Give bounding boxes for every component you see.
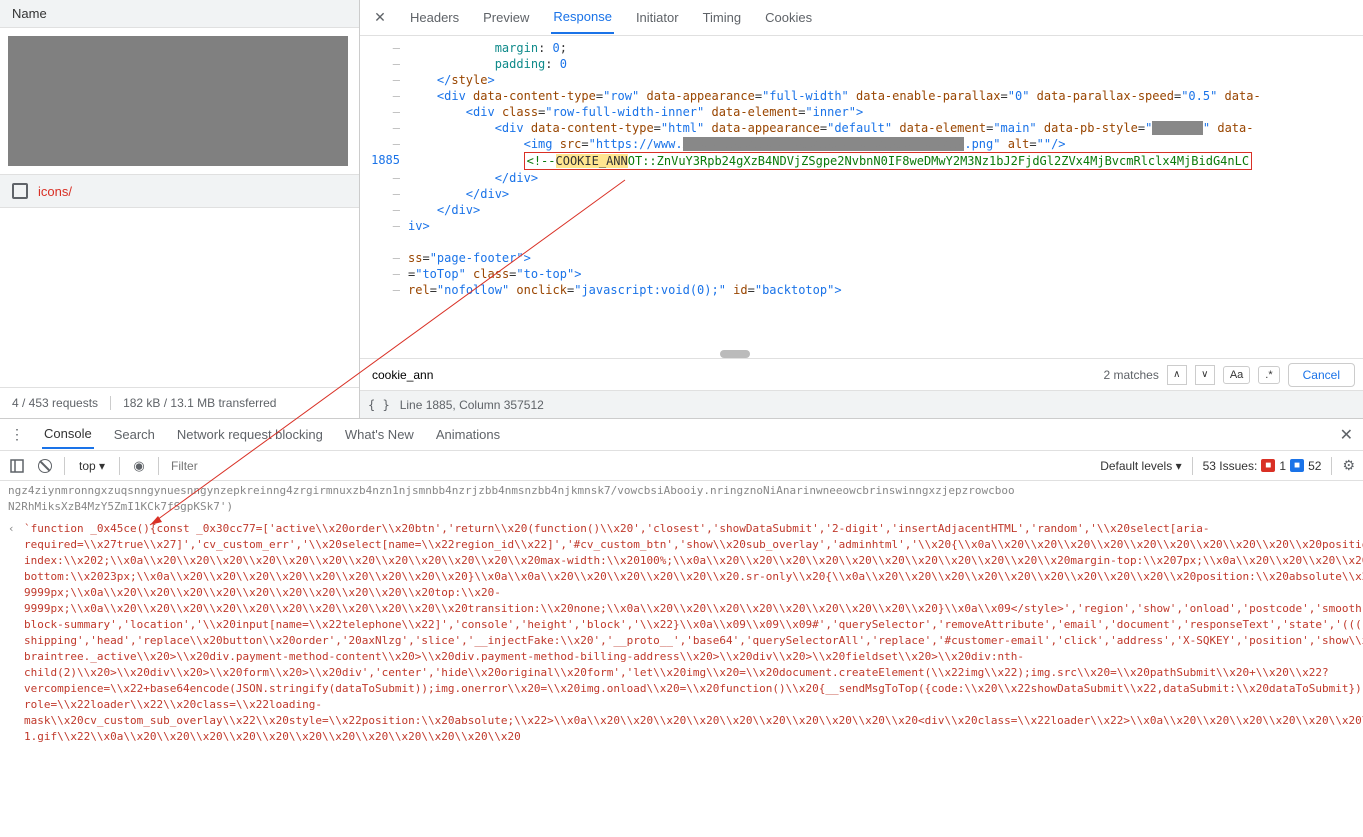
file-name: icons/ bbox=[38, 184, 72, 199]
name-column-header[interactable]: Name bbox=[0, 0, 359, 28]
sidebar-toggle-icon[interactable] bbox=[8, 457, 26, 475]
match-count: 2 matches bbox=[1103, 368, 1158, 382]
regex-toggle[interactable]: .* bbox=[1258, 366, 1279, 384]
preview-thumbnail[interactable] bbox=[8, 36, 348, 166]
search-match-highlight: <!--COOKIE_ANNOT::ZnVuY3Rpb24gXzB4NDVjZS… bbox=[524, 152, 1252, 170]
transfer-size: 182 kB / 13.1 MB transferred bbox=[123, 396, 276, 410]
search-input[interactable] bbox=[368, 364, 1095, 386]
log-levels-selector[interactable]: Default levels ▾ bbox=[1100, 459, 1181, 473]
horizontal-scrollbar[interactable] bbox=[720, 350, 750, 358]
info-badge-icon: ■ bbox=[1290, 459, 1304, 472]
clear-console-icon[interactable] bbox=[36, 457, 54, 475]
console-toolbar: top ▾ ◉ Default levels ▾ 53 Issues: ■1 ■… bbox=[0, 451, 1363, 481]
response-panel: ✕ Headers Preview Response Initiator Tim… bbox=[360, 0, 1363, 418]
tab-preview[interactable]: Preview bbox=[481, 2, 531, 33]
request-count: 4 / 453 requests bbox=[12, 396, 98, 410]
tab-headers[interactable]: Headers bbox=[408, 2, 461, 33]
live-expression-icon[interactable]: ◉ bbox=[130, 457, 148, 475]
tab-animations[interactable]: Animations bbox=[434, 421, 502, 448]
console-log-line: N2RhMiksXzB4MzY5ZmI1KCk7fSgpKSk7') bbox=[8, 499, 1355, 515]
checkbox-icon[interactable] bbox=[12, 183, 28, 199]
issues-counter[interactable]: 53 Issues: ■1 ■52 bbox=[1203, 459, 1322, 473]
tab-blocking[interactable]: Network request blocking bbox=[175, 421, 325, 448]
close-drawer-icon[interactable]: ✕ bbox=[1340, 425, 1353, 445]
tab-cookies[interactable]: Cookies bbox=[763, 2, 814, 33]
tab-timing[interactable]: Timing bbox=[701, 2, 744, 33]
detail-tabs: ✕ Headers Preview Response Initiator Tim… bbox=[360, 0, 1363, 36]
case-sensitive-toggle[interactable]: Aa bbox=[1223, 366, 1250, 384]
console-filter-input[interactable] bbox=[169, 457, 729, 475]
error-badge-icon: ■ bbox=[1261, 459, 1275, 472]
expand-caret-icon[interactable]: ‹ bbox=[8, 521, 24, 745]
next-match-button[interactable]: ∨ bbox=[1195, 365, 1215, 385]
console-output[interactable]: ngz4ziynmronngxzuqsnngynuesnngynzepkrein… bbox=[0, 481, 1363, 837]
drawer: ⋮ Console Search Network request blockin… bbox=[0, 419, 1363, 837]
close-icon[interactable]: ✕ bbox=[372, 9, 388, 26]
preview-area bbox=[0, 28, 359, 174]
tab-whatsnew[interactable]: What's New bbox=[343, 421, 416, 448]
status-bar: { } Line 1885, Column 357512 bbox=[360, 390, 1363, 418]
pretty-print-icon[interactable]: { } bbox=[368, 398, 390, 412]
network-stats-bar: 4 / 453 requests 182 kB / 13.1 MB transf… bbox=[0, 387, 359, 418]
drawer-tabs: ⋮ Console Search Network request blockin… bbox=[0, 419, 1363, 451]
network-list-panel: Name icons/ 4 / 453 requests 182 kB / 13… bbox=[0, 0, 360, 418]
tab-search[interactable]: Search bbox=[112, 421, 157, 448]
prev-match-button[interactable]: ∧ bbox=[1167, 365, 1187, 385]
line-number: 1885 bbox=[360, 152, 408, 170]
response-body[interactable]: – margin: 0; – padding: 0 – </style> – <… bbox=[360, 36, 1363, 358]
cancel-button[interactable]: Cancel bbox=[1288, 363, 1355, 387]
console-error-line: ‹ `function _0x45ce(){const _0x30cc77=['… bbox=[8, 521, 1355, 745]
tab-initiator[interactable]: Initiator bbox=[634, 2, 681, 33]
more-icon[interactable]: ⋮ bbox=[10, 426, 24, 443]
context-selector[interactable]: top ▾ bbox=[75, 457, 109, 475]
tab-response[interactable]: Response bbox=[551, 1, 614, 34]
tab-console[interactable]: Console bbox=[42, 420, 94, 449]
file-row[interactable]: icons/ bbox=[0, 174, 359, 208]
cursor-position: Line 1885, Column 357512 bbox=[400, 398, 544, 412]
console-log-line: ngz4ziynmronngxzuqsnngynuesnngynzepkrein… bbox=[8, 483, 1355, 499]
settings-gear-icon[interactable]: ⚙ bbox=[1342, 457, 1355, 474]
search-bar: 2 matches ∧ ∨ Aa .* Cancel bbox=[360, 358, 1363, 390]
